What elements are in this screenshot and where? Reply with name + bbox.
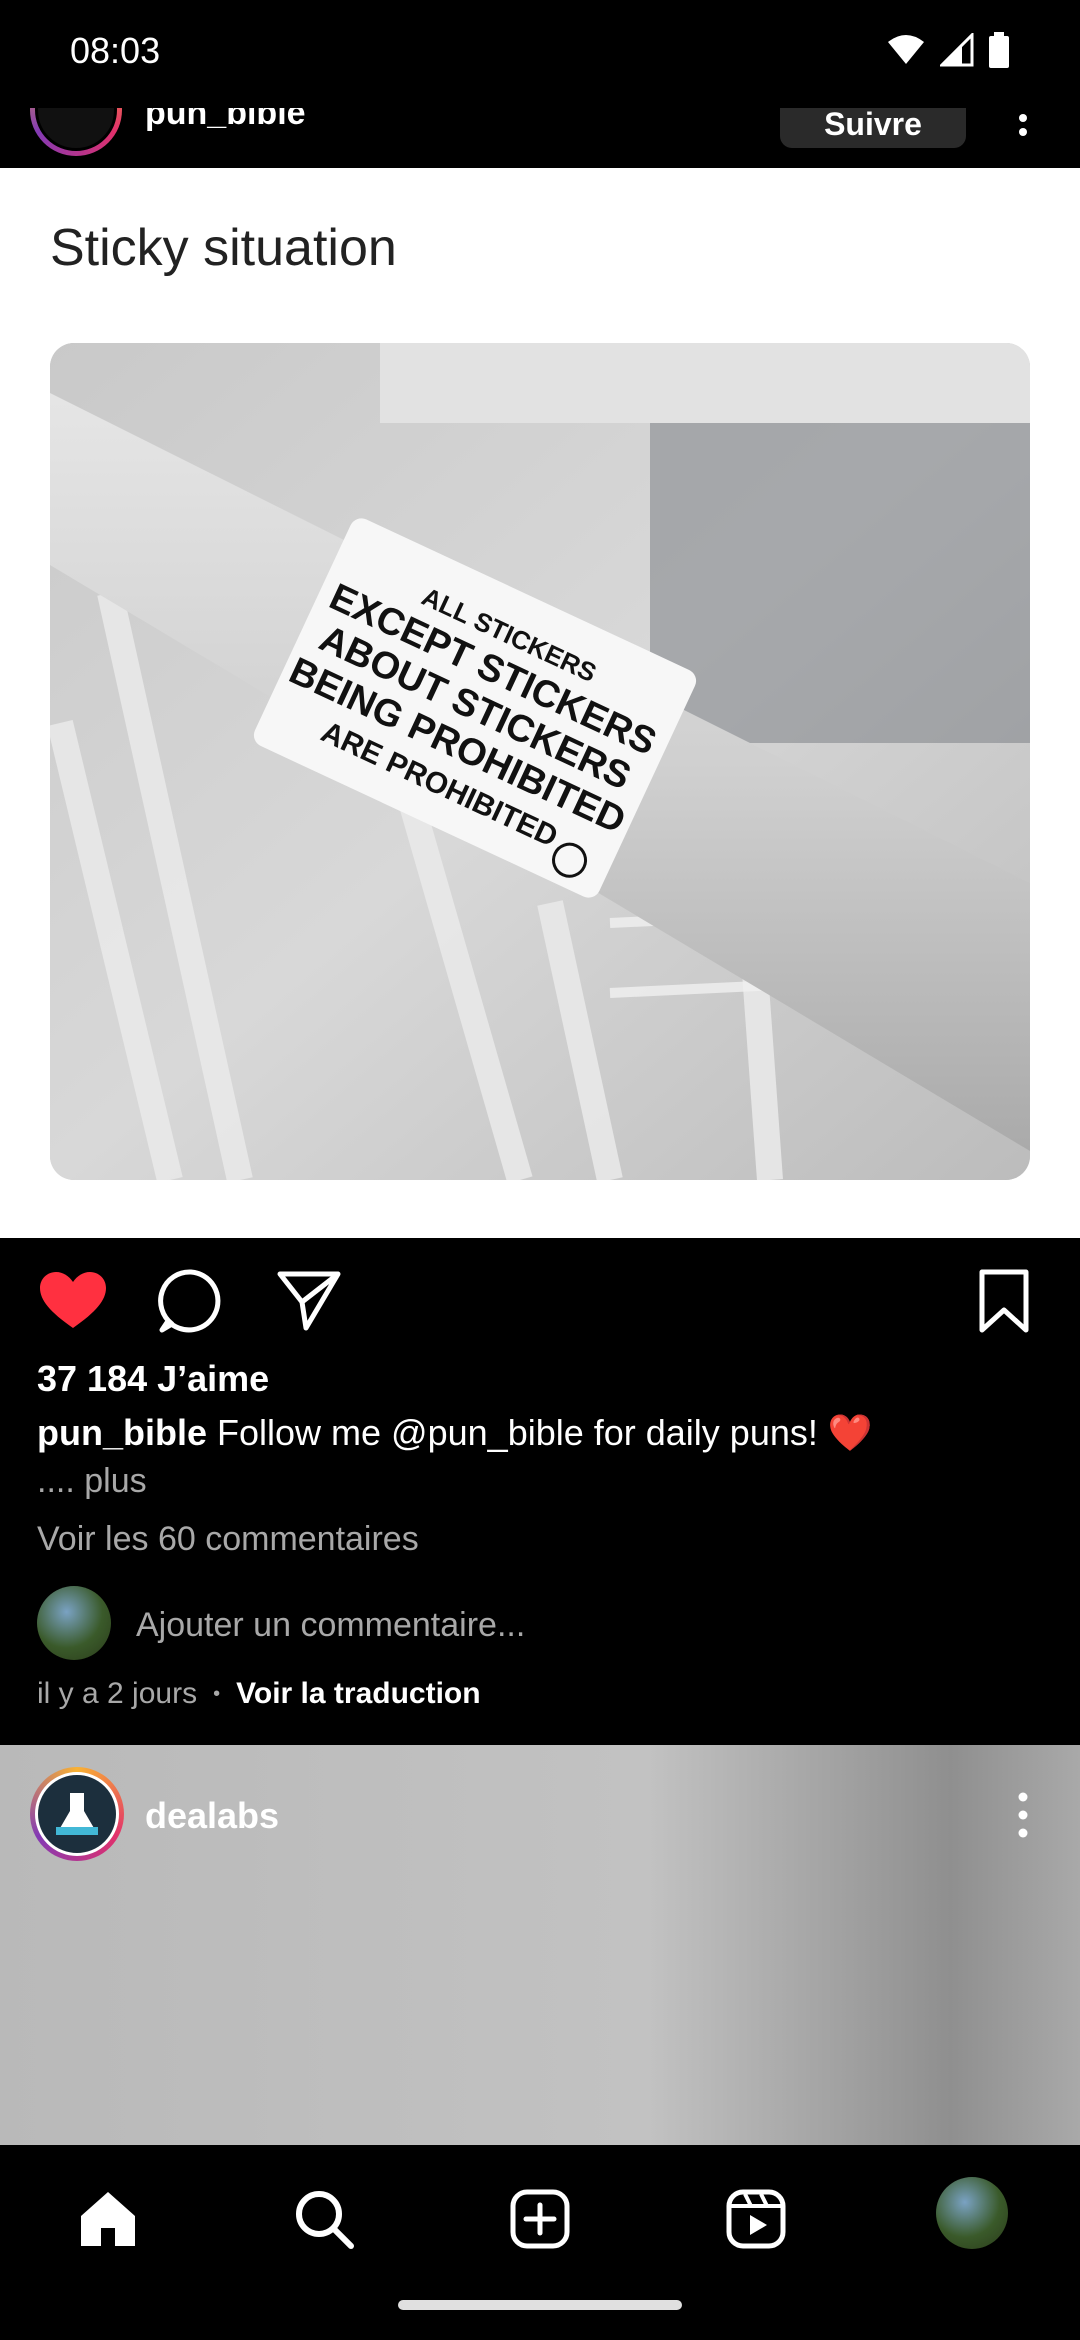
post-photo: ALL STICKERS EXCEPT STICKERS ABOUT STICK… (50, 343, 1030, 1180)
previous-post-header: pun_bible Suivre (0, 108, 1080, 168)
post-actions (0, 1238, 1080, 1358)
avatar (37, 1586, 111, 1660)
profile-avatar[interactable] (936, 2177, 1008, 2249)
create-icon[interactable] (500, 2179, 580, 2259)
reels-icon[interactable] (716, 2179, 796, 2259)
translate-link[interactable]: Voir la traduction (236, 1677, 480, 1711)
post-meta: il y a 2 jours • Voir la traduction (37, 1677, 481, 1711)
status-bar: 08:03 (0, 0, 1080, 108)
comment-input[interactable] (136, 1603, 836, 1647)
caption-username[interactable]: pun_bible (37, 1412, 207, 1453)
status-time: 08:03 (70, 30, 161, 71)
follow-button[interactable]: Suivre (780, 108, 966, 148)
caption-text: Follow me @pun_bible for daily puns! ❤️ (217, 1412, 873, 1453)
post-card[interactable]: Sticky situation ALL STICKERS EXCEPT STI… (0, 168, 1080, 1238)
post-time: il y a 2 jours (37, 1677, 198, 1710)
more-options-icon[interactable] (1014, 1791, 1032, 1839)
more-link[interactable]: .... plus (37, 1462, 147, 1501)
post-username[interactable]: pun_bible (145, 108, 306, 133)
post-username[interactable]: dealabs (145, 1795, 279, 1837)
signal-icon (938, 31, 974, 72)
battery-icon (988, 32, 1010, 73)
bookmark-icon[interactable] (978, 1268, 1030, 1339)
separator-dot: • (213, 1682, 221, 1705)
home-icon[interactable] (68, 2179, 148, 2259)
next-post[interactable]: dealabs (0, 1745, 1080, 2145)
search-icon[interactable] (284, 2179, 364, 2259)
post-title: Sticky situation (50, 219, 397, 277)
avatar[interactable] (30, 108, 122, 156)
comment-icon[interactable] (158, 1268, 224, 1339)
status-icons (886, 31, 1010, 73)
heart-icon[interactable] (40, 1272, 106, 1335)
like-count[interactable]: 37 184 J’aime (37, 1358, 269, 1400)
caption: pun_bible Follow me @pun_bible for daily… (37, 1412, 873, 1454)
share-icon[interactable] (276, 1268, 342, 1339)
more-options-icon[interactable] (1014, 108, 1032, 138)
bottom-navigation (0, 2145, 1080, 2340)
flask-icon (56, 1793, 98, 1835)
home-indicator[interactable] (398, 2300, 682, 2310)
wifi-icon (886, 34, 926, 71)
avatar[interactable] (30, 1767, 124, 1861)
view-comments-link[interactable]: Voir les 60 commentaires (37, 1520, 419, 1559)
post-image[interactable]: ALL STICKERS EXCEPT STICKERS ABOUT STICK… (50, 343, 1030, 1180)
